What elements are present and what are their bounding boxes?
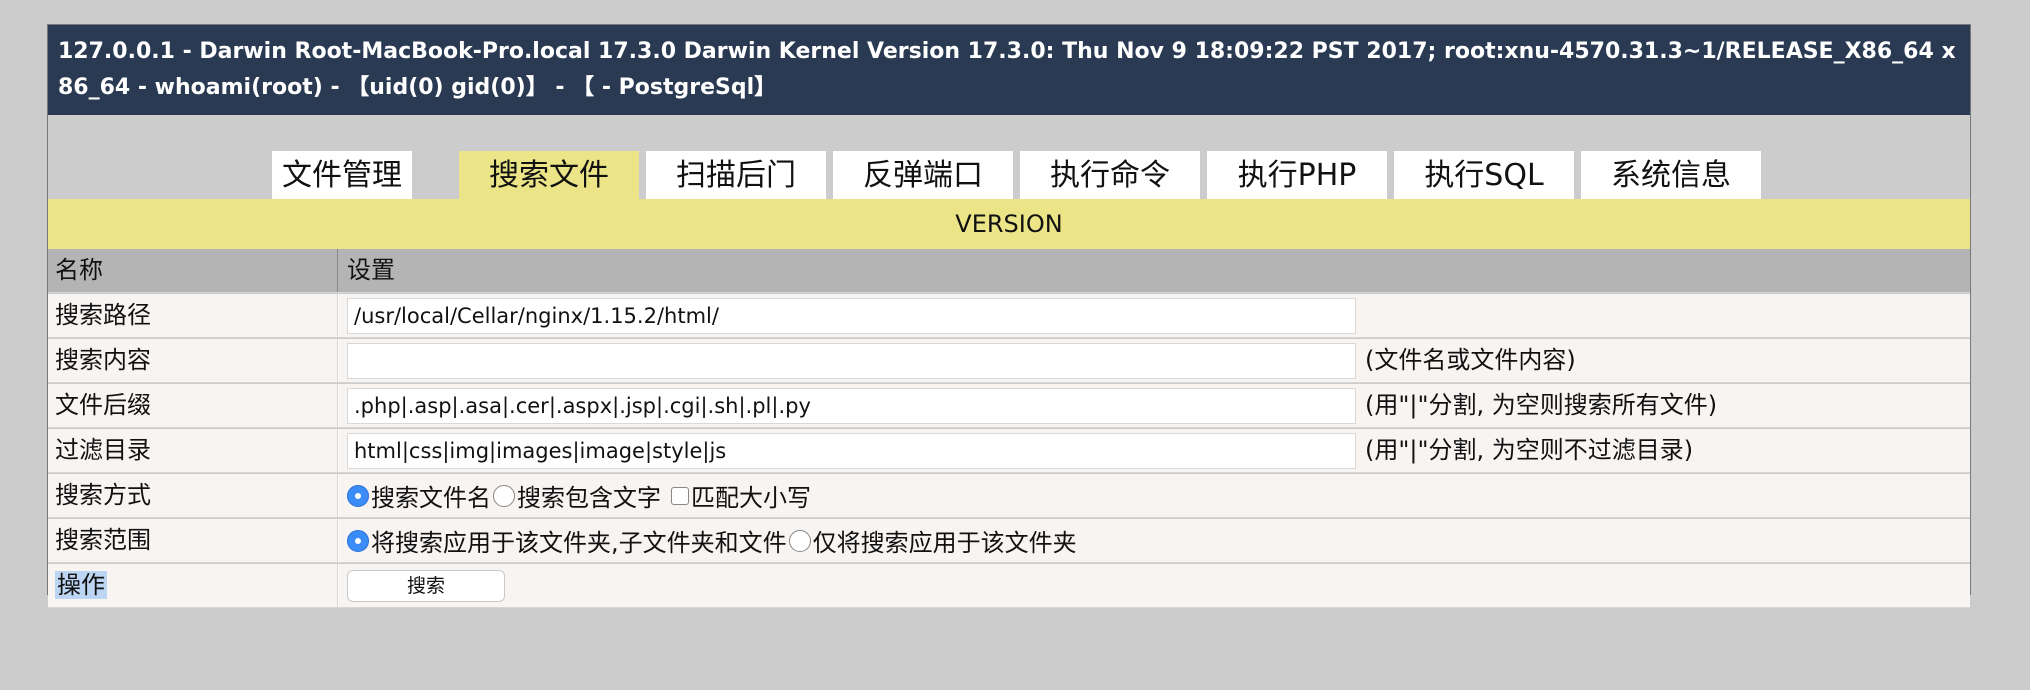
row-search-scope: 搜索范围 将搜索应用于该文件夹,子文件夹和文件 仅将搜索应用于该文件夹: [48, 519, 1970, 563]
tab-bar: 文件管理 搜索文件 扫描后门 反弹端口 执行命令 执行PHP 执行SQL 系统信…: [48, 115, 1970, 199]
row-label: 文件后缀: [48, 384, 338, 427]
tab-file-manager[interactable]: 文件管理: [272, 151, 412, 199]
tab-scan-backdoor[interactable]: 扫描后门: [646, 151, 826, 199]
search-content-input[interactable]: [347, 343, 1356, 379]
file-extension-hint: (用"|"分割, 为空则搜索所有文件): [1365, 391, 1718, 419]
tab-exec-php[interactable]: 执行PHP: [1207, 151, 1387, 199]
radio-label: 将搜索应用于该文件夹,子文件夹和文件: [371, 529, 787, 557]
row-action: 操作 搜索: [48, 564, 1970, 608]
checkbox-label: 匹配大小写: [691, 484, 811, 512]
search-content-hint: (文件名或文件内容): [1365, 346, 1576, 374]
tab-system-info[interactable]: 系统信息: [1581, 151, 1761, 199]
row-search-content: 搜索内容 (文件名或文件内容): [48, 339, 1970, 383]
system-info-header: 127.0.0.1 - Darwin Root-MacBook-Pro.loca…: [48, 25, 1970, 115]
tab-reverse-port[interactable]: 反弹端口: [833, 151, 1013, 199]
column-header-setting: 设置: [339, 249, 1970, 292]
row-file-extension: 文件后缀 (用"|"分割, 为空则搜索所有文件): [48, 384, 1970, 428]
tab-search-files[interactable]: 搜索文件: [459, 151, 639, 199]
row-label: 搜索方式: [48, 474, 338, 517]
row-search-path: 搜索路径: [48, 294, 1970, 338]
radio-scope-current-folder[interactable]: [788, 529, 811, 552]
search-path-input[interactable]: [347, 298, 1356, 334]
action-label: 操作: [55, 571, 107, 599]
row-filter-dirs: 过滤目录 (用"|"分割, 为空则不过滤目录): [48, 429, 1970, 473]
row-label: 搜索内容: [48, 339, 338, 382]
version-bar: VERSION: [48, 199, 1970, 249]
radio-label: 仅将搜索应用于该文件夹: [812, 529, 1077, 557]
file-extension-input[interactable]: [347, 388, 1356, 424]
radio-search-filename[interactable]: [347, 484, 369, 507]
row-label: 操作: [48, 564, 338, 607]
column-header-name: 名称: [48, 249, 338, 292]
filter-dirs-input[interactable]: [347, 433, 1356, 469]
search-button[interactable]: 搜索: [347, 570, 505, 602]
row-label: 过滤目录: [48, 429, 338, 472]
tab-exec-command[interactable]: 执行命令: [1020, 151, 1200, 199]
radio-search-content[interactable]: [493, 484, 515, 507]
row-label: 搜索路径: [48, 294, 338, 337]
row-label: 搜索范围: [48, 519, 338, 562]
match-case-checkbox[interactable]: [671, 486, 689, 505]
table-header-row: 名称 设置: [48, 249, 1970, 293]
radio-label: 搜索文件名: [371, 484, 491, 512]
row-search-method: 搜索方式 搜索文件名 搜索包含文字 匹配大小写: [48, 474, 1970, 518]
radio-label: 搜索包含文字: [517, 484, 661, 512]
filter-dirs-hint: (用"|"分割, 为空则不过滤目录): [1365, 436, 1694, 464]
radio-scope-recursive[interactable]: [347, 529, 369, 552]
tab-exec-sql[interactable]: 执行SQL: [1394, 151, 1574, 199]
main-panel: 127.0.0.1 - Darwin Root-MacBook-Pro.loca…: [47, 24, 1971, 608]
